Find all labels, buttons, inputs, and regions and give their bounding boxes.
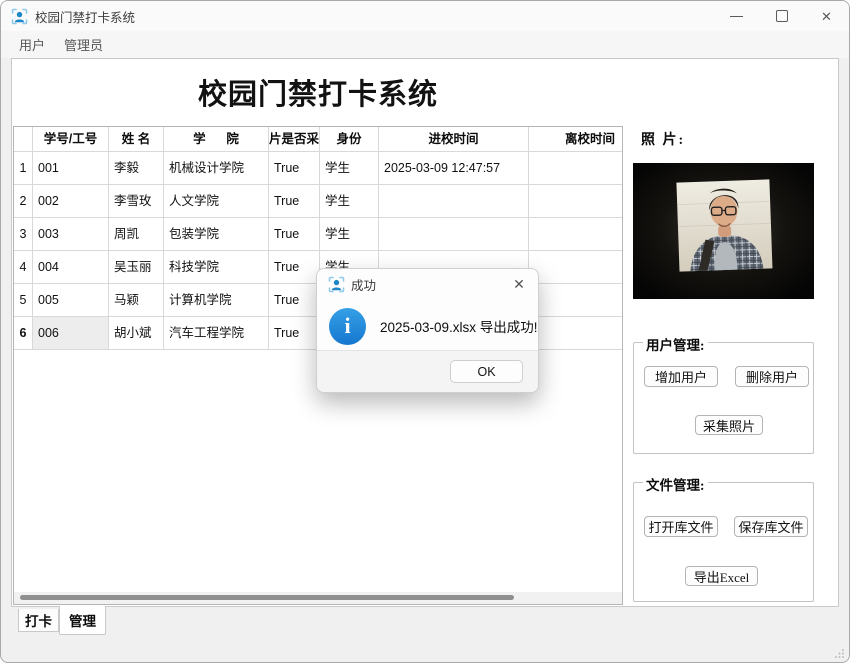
close-button[interactable]: ✕ bbox=[804, 1, 849, 31]
row-number-cell[interactable]: 1 bbox=[14, 152, 33, 185]
resize-grip-icon[interactable] bbox=[835, 648, 845, 658]
row-number-cell[interactable]: 5 bbox=[14, 284, 33, 317]
page-title: 校园门禁打卡系统 bbox=[197, 79, 438, 111]
dialog-app-icon bbox=[328, 276, 345, 292]
leave-time-cell[interactable] bbox=[529, 152, 622, 185]
user-management-group: 用户管理: bbox=[633, 334, 814, 454]
entry-time-cell[interactable] bbox=[379, 218, 529, 251]
delete-user-button[interactable]: 删除用户 bbox=[735, 366, 809, 387]
minimize-button[interactable] bbox=[714, 1, 759, 31]
user-photo bbox=[633, 163, 814, 299]
id-cell[interactable]: 004 bbox=[33, 251, 109, 284]
photo-flag-cell[interactable]: True bbox=[269, 185, 320, 218]
app-icon bbox=[11, 8, 28, 24]
table-row[interactable]: 2 002 李雪玫 人文学院 True 学生 bbox=[14, 185, 622, 218]
photo-flag-cell[interactable]: True bbox=[269, 317, 320, 350]
titlebar: 校园门禁打卡系统 ✕ bbox=[1, 1, 849, 32]
row-number-cell[interactable]: 4 bbox=[14, 251, 33, 284]
corner-header-cell bbox=[14, 127, 33, 152]
dialog-body: i 2025-03-09.xlsx 导出成功! bbox=[317, 299, 538, 353]
college-cell[interactable]: 科技学院 bbox=[164, 251, 269, 284]
col-header-id[interactable]: 学号/工号 bbox=[33, 127, 109, 152]
college-cell[interactable]: 机械设计学院 bbox=[164, 152, 269, 185]
capture-photo-button[interactable]: 采集照片 bbox=[695, 415, 763, 435]
dialog-footer: OK bbox=[317, 350, 538, 392]
name-cell[interactable]: 周凯 bbox=[109, 218, 164, 251]
menu-item-user[interactable]: 用户 bbox=[10, 32, 54, 57]
entry-time-cell[interactable]: 2025-03-09 12:47:57 bbox=[379, 152, 529, 185]
export-excel-button[interactable]: 导出Excel bbox=[685, 566, 758, 586]
name-cell[interactable]: 胡小斌 bbox=[109, 317, 164, 350]
college-cell[interactable]: 包装学院 bbox=[164, 218, 269, 251]
identity-cell[interactable]: 学生 bbox=[320, 185, 379, 218]
table-row[interactable]: 1 001 李毅 机械设计学院 True 学生 2025-03-09 12:47:57 bbox=[14, 152, 622, 185]
maximize-button[interactable] bbox=[759, 1, 804, 31]
ok-button[interactable]: OK bbox=[450, 360, 523, 383]
college-cell[interactable]: 人文学院 bbox=[164, 185, 269, 218]
college-cell[interactable]: 汽车工程学院 bbox=[164, 317, 269, 350]
menubar: 用户 管理员 bbox=[1, 31, 849, 58]
col-header-entry-time[interactable]: 进校时间 bbox=[379, 127, 529, 152]
dialog-message: 2025-03-09.xlsx 导出成功! bbox=[380, 320, 538, 335]
dialog-title: 成功 bbox=[351, 278, 377, 293]
info-icon: i bbox=[329, 307, 366, 345]
col-header-identity[interactable]: 身份 bbox=[320, 127, 379, 152]
menu-item-admin[interactable]: 管理员 bbox=[55, 32, 112, 57]
leave-time-cell[interactable] bbox=[529, 251, 622, 284]
scrollbar-thumb[interactable] bbox=[20, 595, 514, 600]
id-cell[interactable]: 003 bbox=[33, 218, 109, 251]
leave-time-cell[interactable] bbox=[529, 284, 622, 317]
window-controls: ✕ bbox=[714, 1, 849, 31]
add-user-button[interactable]: 增加用户 bbox=[644, 366, 718, 387]
tab-punch[interactable]: 打卡 bbox=[18, 609, 59, 632]
table-header: 学号/工号 姓 名 学 院 片是否采 身份 进校时间 离校时间 bbox=[14, 127, 622, 152]
horizontal-scrollbar[interactable] bbox=[14, 592, 622, 604]
name-cell[interactable]: 李毅 bbox=[109, 152, 164, 185]
col-header-name[interactable]: 姓 名 bbox=[109, 127, 164, 152]
minimize-icon bbox=[730, 15, 743, 17]
name-cell[interactable]: 吴玉丽 bbox=[109, 251, 164, 284]
identity-cell[interactable]: 学生 bbox=[320, 218, 379, 251]
file-group-title: 文件管理: bbox=[643, 474, 708, 494]
id-cell[interactable]: 001 bbox=[33, 152, 109, 185]
id-cell[interactable]: 002 bbox=[33, 185, 109, 218]
dialog-titlebar: 成功 ✕ bbox=[317, 269, 538, 299]
col-header-leave-time[interactable]: 离校时间 bbox=[529, 127, 622, 152]
leave-time-cell[interactable] bbox=[529, 317, 622, 350]
row-number-cell[interactable]: 3 bbox=[14, 218, 33, 251]
row-number-cell[interactable]: 6 bbox=[14, 317, 33, 350]
college-cell[interactable]: 计算机学院 bbox=[164, 284, 269, 317]
row-number-cell[interactable]: 2 bbox=[14, 185, 33, 218]
name-cell[interactable]: 李雪玫 bbox=[109, 185, 164, 218]
leave-time-cell[interactable] bbox=[529, 185, 622, 218]
photo-flag-cell[interactable]: True bbox=[269, 284, 320, 317]
save-library-button[interactable]: 保存库文件 bbox=[734, 516, 808, 537]
dialog-close-button[interactable]: ✕ bbox=[510, 275, 528, 293]
photo-flag-cell[interactable]: True bbox=[269, 152, 320, 185]
entry-time-cell[interactable] bbox=[379, 185, 529, 218]
col-header-college[interactable]: 学 院 bbox=[164, 127, 269, 152]
photo-flag-cell[interactable]: True bbox=[269, 251, 320, 284]
table-row[interactable]: 3 003 周凯 包装学院 True 学生 bbox=[14, 218, 622, 251]
success-dialog: 成功 ✕ i 2025-03-09.xlsx 导出成功! OK bbox=[316, 268, 539, 393]
col-header-photo-flag[interactable]: 片是否采 bbox=[269, 127, 320, 152]
tab-manage[interactable]: 管理 bbox=[59, 606, 106, 635]
photo-label: 照 片: bbox=[641, 133, 686, 148]
id-cell[interactable]: 006 bbox=[33, 317, 109, 350]
close-icon: ✕ bbox=[821, 8, 832, 24]
app-window: 校园门禁打卡系统 ✕ 用户 管理员 校园门禁打卡系统 学号/工号 姓 名 学 院… bbox=[0, 0, 850, 663]
id-cell[interactable]: 005 bbox=[33, 284, 109, 317]
leave-time-cell[interactable] bbox=[529, 218, 622, 251]
user-group-title: 用户管理: bbox=[643, 334, 708, 354]
name-cell[interactable]: 马颖 bbox=[109, 284, 164, 317]
open-library-button[interactable]: 打开库文件 bbox=[644, 516, 718, 537]
window-title: 校园门禁打卡系统 bbox=[35, 10, 136, 25]
identity-cell[interactable]: 学生 bbox=[320, 152, 379, 185]
maximize-icon bbox=[775, 10, 788, 22]
photo-flag-cell[interactable]: True bbox=[269, 218, 320, 251]
